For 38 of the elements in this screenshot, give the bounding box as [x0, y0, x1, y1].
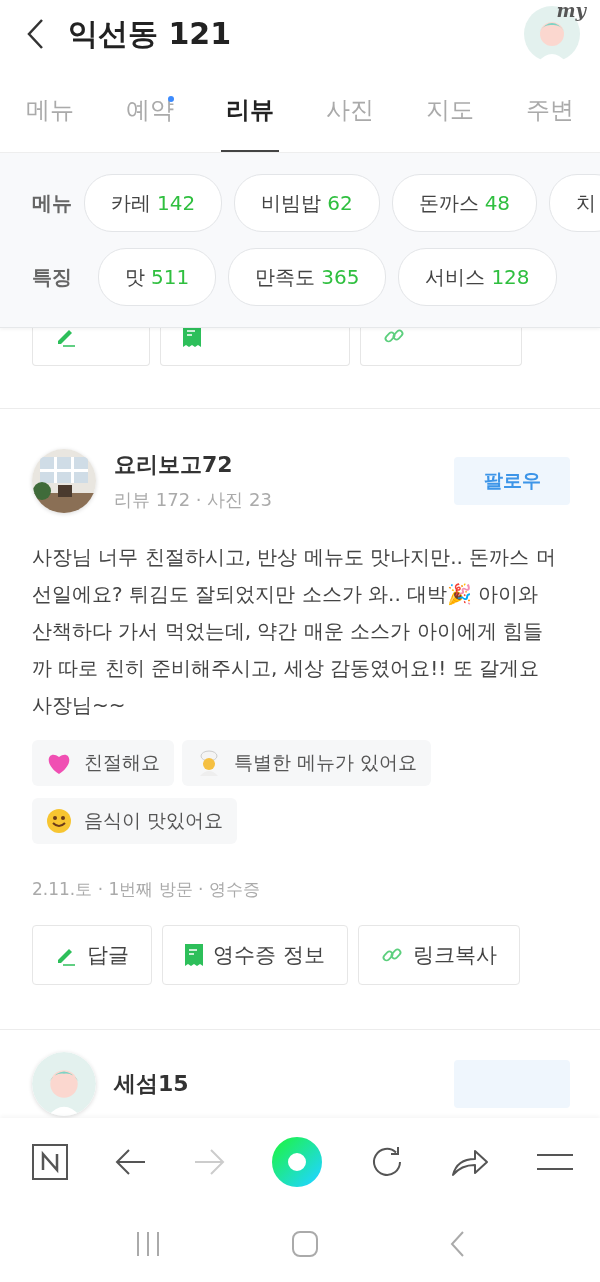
visit-meta: 2.11.토 · 1번째 방문 · 영수증 — [32, 878, 261, 901]
back-icon[interactable] — [26, 18, 44, 50]
back-arrow-icon[interactable] — [114, 1148, 147, 1176]
filter-chip[interactable]: 비빔밥 62 — [234, 174, 380, 232]
filter-label: 메뉴 — [32, 189, 72, 217]
author-name: 세섬15 — [114, 1070, 190, 1098]
action-button[interactable]: 영수증 정보 — [162, 925, 348, 985]
keyword-label: 친절해요 — [84, 750, 160, 775]
menu-icon[interactable] — [535, 1152, 574, 1172]
keyword-label: 음식이 맛있어요 — [84, 808, 224, 833]
keyword-label: 특별한 메뉴가 있어요 — [234, 750, 418, 775]
author-stats: 리뷰 172 · 사진 23 — [114, 488, 273, 512]
action-button[interactable] — [32, 328, 150, 366]
action-button[interactable] — [360, 328, 522, 366]
home-icon[interactable] — [292, 1231, 318, 1257]
filter-label: 특징 — [32, 263, 73, 291]
smile-icon — [46, 808, 72, 834]
recent-apps-icon[interactable] — [135, 1231, 162, 1257]
filter-chip[interactable]: 돈까스 48 — [391, 174, 538, 232]
review-text: 사장님 너무 친절하시고, 반상 메뉴도 맛나지만.. 돈까스 머선일에요? 튀김도 잘되었지만 소스가 와.. 대박🎉 아이와 산책하다 가서 먹었는데, 약간 매운 소스가 아이에게 힘들까 따로 친히 준비해주시고, 세상 감동였어요!! 또 갈게요 사장님~~ — [32, 544, 557, 719]
tab[interactable]: 리뷰 — [200, 68, 300, 152]
author-name: 요리보고72 — [114, 451, 234, 479]
filter-chip[interactable]: 치 — [549, 174, 600, 232]
pencil-icon — [55, 328, 77, 347]
filter-chip[interactable]: 맛 511 — [98, 248, 217, 306]
filter-chip[interactable]: 카레 142 — [84, 174, 223, 232]
receipt-icon — [185, 944, 203, 966]
action-button[interactable]: 링크복사 — [357, 925, 520, 985]
my-badge[interactable]: my — [556, 0, 586, 21]
avatar-icon — [32, 1052, 96, 1116]
action-button[interactable]: 답글 — [32, 925, 152, 985]
page-title: 익선동 121 — [68, 14, 233, 53]
n-logo-icon[interactable] — [32, 1144, 68, 1180]
filter-chip[interactable]: 서비스 128 — [398, 248, 557, 306]
filter-chip[interactable]: 만족도 365 — [228, 248, 387, 306]
forward-arrow-icon[interactable] — [193, 1148, 226, 1176]
home-ring-icon[interactable] — [271, 1137, 322, 1187]
action-button[interactable] — [160, 328, 350, 366]
